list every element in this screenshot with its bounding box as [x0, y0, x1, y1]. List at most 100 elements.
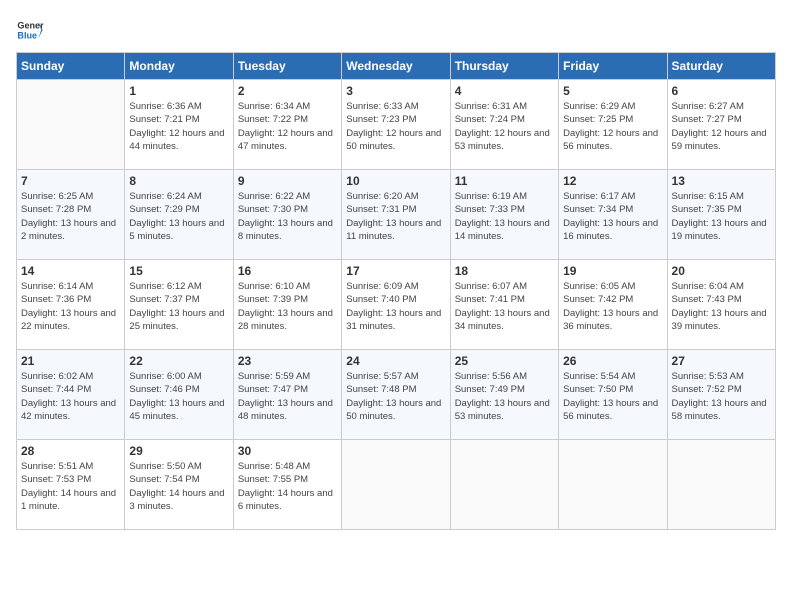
cell-content: Sunrise: 5:48 AMSunset: 7:55 PMDaylight:…	[238, 460, 337, 513]
page-header: General Blue	[16, 16, 776, 44]
calendar-cell: 25 Sunrise: 5:56 AMSunset: 7:49 PMDayligh…	[450, 350, 558, 440]
cell-content: Sunrise: 6:14 AMSunset: 7:36 PMDaylight:…	[21, 280, 120, 333]
calendar-cell: 12Sunrise: 6:17 AMSunset: 7:34 PMDayligh…	[559, 170, 667, 260]
calendar-cell: 16 Sunrise: 6:10 AMSunset: 7:39 PMDayligh…	[233, 260, 341, 350]
logo: General Blue	[16, 16, 44, 44]
day-number: 14	[21, 264, 120, 278]
calendar-cell: 22 Sunrise: 6:00 AMSunset: 7:46 PMDayligh…	[125, 350, 233, 440]
cell-content: Sunrise: 6:27 AMSunset: 7:27 PMDaylight:…	[672, 100, 771, 153]
calendar-cell: 6 Sunrise: 6:27 AMSunset: 7:27 PMDaylight…	[667, 80, 775, 170]
calendar-cell	[450, 440, 558, 530]
calendar-cell: 3 Sunrise: 6:33 AMSunset: 7:23 PMDaylight…	[342, 80, 450, 170]
calendar-cell	[559, 440, 667, 530]
calendar-cell: 7 Sunrise: 6:25 AMSunset: 7:28 PMDaylight…	[17, 170, 125, 260]
day-number: 21	[21, 354, 120, 368]
cell-content: Sunrise: 6:12 AMSunset: 7:37 PMDaylight:…	[129, 280, 228, 333]
calendar-cell: 13 Sunrise: 6:15 AMSunset: 7:35 PMDayligh…	[667, 170, 775, 260]
cell-content: Sunrise: 6:20 AMSunset: 7:31 PMDaylight:…	[346, 190, 445, 243]
calendar-cell: 30 Sunrise: 5:48 AMSunset: 7:55 PMDayligh…	[233, 440, 341, 530]
cell-content: Sunrise: 5:54 AMSunset: 7:50 PMDaylight:…	[563, 370, 662, 423]
day-number: 27	[672, 354, 771, 368]
cell-content: Sunrise: 5:51 AMSunset: 7:53 PMDaylight:…	[21, 460, 120, 513]
day-number: 16	[238, 264, 337, 278]
calendar-table: SundayMondayTuesdayWednesdayThursdayFrid…	[16, 52, 776, 530]
calendar-cell: 1 Sunrise: 6:36 AMSunset: 7:21 PMDaylight…	[125, 80, 233, 170]
cell-content: Sunrise: 5:53 AMSunset: 7:52 PMDaylight:…	[672, 370, 771, 423]
cell-content: Sunrise: 6:19 AMSunset: 7:33 PMDaylight:…	[455, 190, 554, 243]
cell-content: Sunrise: 6:31 AMSunset: 7:24 PMDaylight:…	[455, 100, 554, 153]
day-number: 22	[129, 354, 228, 368]
calendar-body: 1 Sunrise: 6:36 AMSunset: 7:21 PMDaylight…	[17, 80, 776, 530]
cell-content: Sunrise: 6:29 AMSunset: 7:25 PMDaylight:…	[563, 100, 662, 153]
calendar-header-row: SundayMondayTuesdayWednesdayThursdayFrid…	[17, 53, 776, 80]
calendar-week-row: 14 Sunrise: 6:14 AMSunset: 7:36 PMDayligh…	[17, 260, 776, 350]
day-number: 3	[346, 84, 445, 98]
calendar-cell	[342, 440, 450, 530]
column-header-saturday: Saturday	[667, 53, 775, 80]
day-number: 1	[129, 84, 228, 98]
day-number: 29	[129, 444, 228, 458]
cell-content: Sunrise: 6:22 AMSunset: 7:30 PMDaylight:…	[238, 190, 337, 243]
cell-content: Sunrise: 6:00 AMSunset: 7:46 PMDaylight:…	[129, 370, 228, 423]
day-number: 24	[346, 354, 445, 368]
calendar-cell: 4 Sunrise: 6:31 AMSunset: 7:24 PMDaylight…	[450, 80, 558, 170]
day-number: 25	[455, 354, 554, 368]
day-number: 20	[672, 264, 771, 278]
column-header-tuesday: Tuesday	[233, 53, 341, 80]
calendar-cell: 2Sunrise: 6:34 AMSunset: 7:22 PMDaylight…	[233, 80, 341, 170]
calendar-cell: 8Sunrise: 6:24 AMSunset: 7:29 PMDaylight…	[125, 170, 233, 260]
calendar-week-row: 1 Sunrise: 6:36 AMSunset: 7:21 PMDaylight…	[17, 80, 776, 170]
day-number: 2	[238, 84, 337, 98]
column-header-sunday: Sunday	[17, 53, 125, 80]
calendar-cell: 29Sunrise: 5:50 AMSunset: 7:54 PMDayligh…	[125, 440, 233, 530]
column-header-monday: Monday	[125, 53, 233, 80]
calendar-cell: 5Sunrise: 6:29 AMSunset: 7:25 PMDaylight…	[559, 80, 667, 170]
cell-content: Sunrise: 6:05 AMSunset: 7:42 PMDaylight:…	[563, 280, 662, 333]
cell-content: Sunrise: 6:33 AMSunset: 7:23 PMDaylight:…	[346, 100, 445, 153]
day-number: 10	[346, 174, 445, 188]
day-number: 6	[672, 84, 771, 98]
cell-content: Sunrise: 5:56 AMSunset: 7:49 PMDaylight:…	[455, 370, 554, 423]
calendar-cell: 26 Sunrise: 5:54 AMSunset: 7:50 PMDayligh…	[559, 350, 667, 440]
calendar-week-row: 21 Sunrise: 6:02 AMSunset: 7:44 PMDayligh…	[17, 350, 776, 440]
day-number: 17	[346, 264, 445, 278]
day-number: 26	[563, 354, 662, 368]
column-header-wednesday: Wednesday	[342, 53, 450, 80]
calendar-cell: 10 Sunrise: 6:20 AMSunset: 7:31 PMDayligh…	[342, 170, 450, 260]
cell-content: Sunrise: 6:04 AMSunset: 7:43 PMDaylight:…	[672, 280, 771, 333]
calendar-cell: 23Sunrise: 5:59 AMSunset: 7:47 PMDayligh…	[233, 350, 341, 440]
calendar-cell	[17, 80, 125, 170]
calendar-week-row: 7 Sunrise: 6:25 AMSunset: 7:28 PMDaylight…	[17, 170, 776, 260]
calendar-cell: 17 Sunrise: 6:09 AMSunset: 7:40 PMDayligh…	[342, 260, 450, 350]
calendar-cell: 11 Sunrise: 6:19 AMSunset: 7:33 PMDayligh…	[450, 170, 558, 260]
column-header-thursday: Thursday	[450, 53, 558, 80]
calendar-cell: 28 Sunrise: 5:51 AMSunset: 7:53 PMDayligh…	[17, 440, 125, 530]
cell-content: Sunrise: 6:25 AMSunset: 7:28 PMDaylight:…	[21, 190, 120, 243]
day-number: 7	[21, 174, 120, 188]
day-number: 30	[238, 444, 337, 458]
calendar-cell: 20 Sunrise: 6:04 AMSunset: 7:43 PMDayligh…	[667, 260, 775, 350]
cell-content: Sunrise: 6:15 AMSunset: 7:35 PMDaylight:…	[672, 190, 771, 243]
calendar-cell: 19 Sunrise: 6:05 AMSunset: 7:42 PMDayligh…	[559, 260, 667, 350]
cell-content: Sunrise: 6:09 AMSunset: 7:40 PMDaylight:…	[346, 280, 445, 333]
day-number: 9	[238, 174, 337, 188]
svg-text:Blue: Blue	[17, 30, 37, 40]
day-number: 18	[455, 264, 554, 278]
calendar-week-row: 28 Sunrise: 5:51 AMSunset: 7:53 PMDayligh…	[17, 440, 776, 530]
cell-content: Sunrise: 6:10 AMSunset: 7:39 PMDaylight:…	[238, 280, 337, 333]
day-number: 4	[455, 84, 554, 98]
day-number: 28	[21, 444, 120, 458]
calendar-cell: 21 Sunrise: 6:02 AMSunset: 7:44 PMDayligh…	[17, 350, 125, 440]
calendar-cell: 9 Sunrise: 6:22 AMSunset: 7:30 PMDaylight…	[233, 170, 341, 260]
day-number: 11	[455, 174, 554, 188]
calendar-cell: 24 Sunrise: 5:57 AMSunset: 7:48 PMDayligh…	[342, 350, 450, 440]
cell-content: Sunrise: 6:36 AMSunset: 7:21 PMDaylight:…	[129, 100, 228, 153]
day-number: 19	[563, 264, 662, 278]
cell-content: Sunrise: 5:57 AMSunset: 7:48 PMDaylight:…	[346, 370, 445, 423]
cell-content: Sunrise: 6:02 AMSunset: 7:44 PMDaylight:…	[21, 370, 120, 423]
day-number: 12	[563, 174, 662, 188]
calendar-cell: 15Sunrise: 6:12 AMSunset: 7:37 PMDayligh…	[125, 260, 233, 350]
day-number: 13	[672, 174, 771, 188]
calendar-cell: 14 Sunrise: 6:14 AMSunset: 7:36 PMDayligh…	[17, 260, 125, 350]
calendar-cell: 27 Sunrise: 5:53 AMSunset: 7:52 PMDayligh…	[667, 350, 775, 440]
